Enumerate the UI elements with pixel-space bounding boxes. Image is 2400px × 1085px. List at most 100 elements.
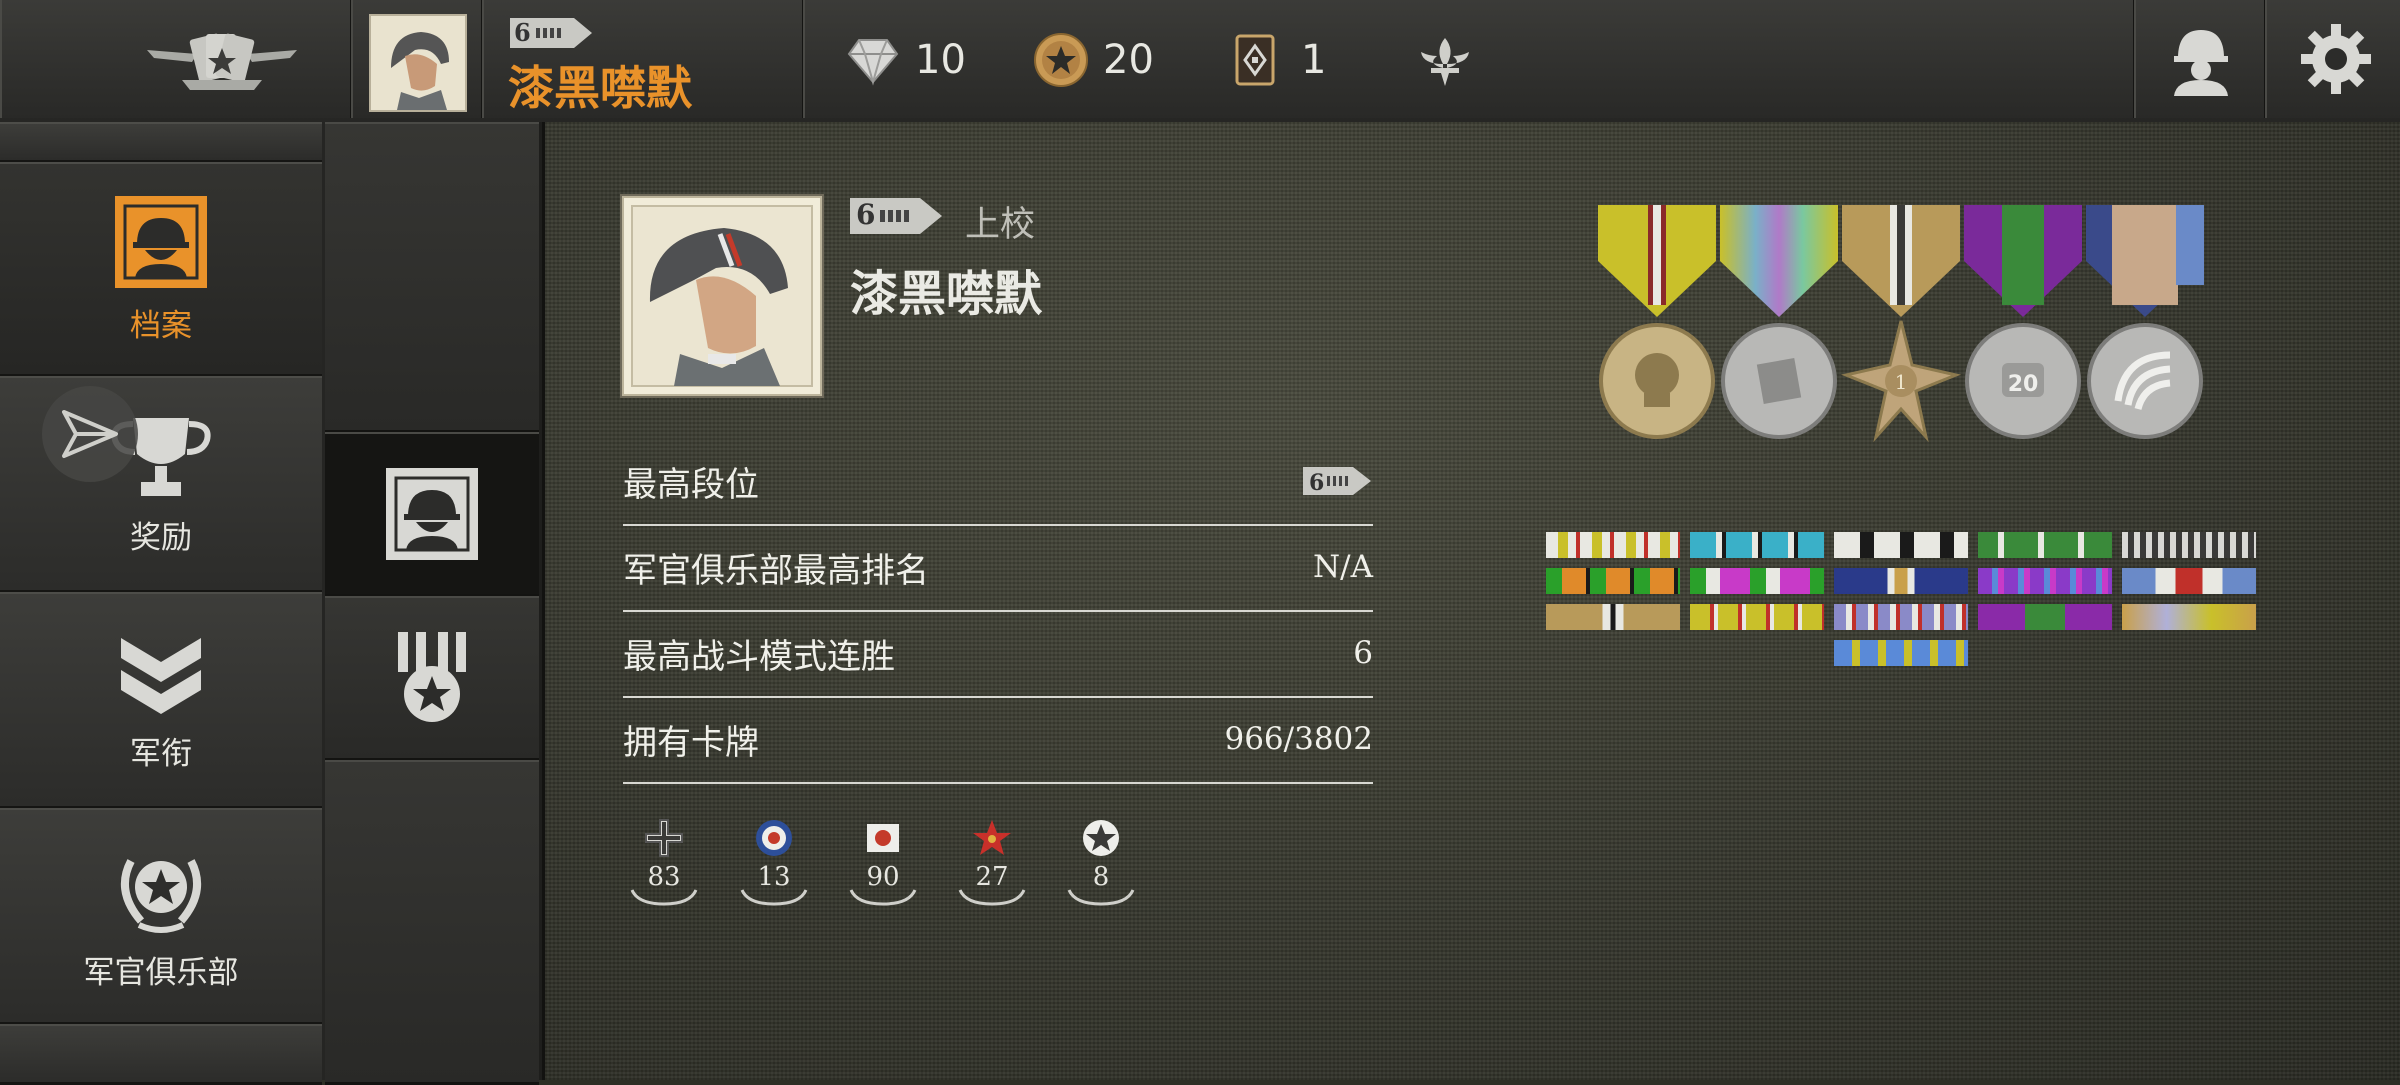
sub-tab-profile[interactable] xyxy=(325,432,539,597)
nav-label-rank: 军衔 xyxy=(130,735,192,772)
top-bar: 6 漆黑噤默 10 20 1 xyxy=(0,0,2400,125)
soldier-profile-button[interactable] xyxy=(2134,0,2267,118)
profile-name: 漆黑噤默 xyxy=(850,266,1043,322)
stat-row-win-streak: 最高战斗模式连胜 6 xyxy=(623,610,1373,698)
ribbon xyxy=(1978,568,2112,594)
ribbon xyxy=(2122,604,2256,630)
nav-label-officers-club: 军官俱乐部 xyxy=(83,954,239,991)
nav-item-officers-club[interactable]: 军官俱乐部 xyxy=(0,808,322,1025)
stat-row-highest-rank: 最高段位 6 xyxy=(623,438,1373,526)
skull-medal-icon[interactable] xyxy=(1596,205,1718,445)
medal-tab-icon xyxy=(398,632,466,722)
sub-nav-spacer-bottom xyxy=(325,760,539,1085)
rank-6-badge-icon: 6 xyxy=(1303,467,1371,496)
avatar xyxy=(369,14,467,112)
stat-row-officers-club-rank: 军官俱乐部最高排名 N/A xyxy=(623,524,1373,612)
stat-value: 6 xyxy=(1353,635,1373,671)
stat-row-cards-owned: 拥有卡牌 966/3802 xyxy=(623,696,1373,784)
soldier-portrait-large-icon xyxy=(631,205,813,387)
usa-star-icon xyxy=(1083,820,1119,856)
medal-text: 1 xyxy=(1895,370,1908,394)
nation-britain[interactable]: 13 xyxy=(734,818,814,908)
player-name-panel[interactable]: 6 漆黑噤默 xyxy=(482,0,805,118)
ribbon xyxy=(1546,532,1680,558)
germany-cross-icon xyxy=(645,819,683,857)
ribbon xyxy=(2122,532,2256,558)
profile-rank-badge: 6 xyxy=(848,196,944,236)
ribbon xyxy=(1690,568,1824,594)
game-logo-icon xyxy=(147,33,297,90)
side-nav: 档案 奖励 军衔 军官俱乐部 xyxy=(0,122,325,1085)
star-1-medal-icon[interactable]: 1 xyxy=(1840,205,1962,445)
laurel-icon xyxy=(740,889,808,906)
card-medal-icon[interactable] xyxy=(1718,205,1840,445)
paper-plane-icon xyxy=(62,410,118,458)
nation-germany[interactable]: 83 xyxy=(624,818,704,908)
rank-title: 上校 xyxy=(965,205,1036,245)
nav-item-rank[interactable]: 军衔 xyxy=(0,592,322,809)
nav-label-profile: 档案 xyxy=(130,307,192,344)
ribbon xyxy=(1546,568,1680,594)
laurel-icon xyxy=(849,889,917,906)
fleur-de-lis-icon xyxy=(1421,38,1469,86)
soldier-helmet-icon xyxy=(2174,30,2228,96)
stat-label: 军官俱乐部最高排名 xyxy=(623,550,929,591)
ribbon xyxy=(1690,532,1824,558)
sub-tab-medals[interactable] xyxy=(325,596,539,761)
japan-flag-icon xyxy=(867,824,899,852)
fleur-de-lis-button[interactable] xyxy=(1415,34,1475,94)
diamond-counter[interactable]: 10 xyxy=(845,32,966,88)
nation-japan[interactable]: 90 xyxy=(843,818,923,908)
rank-badge: 6 xyxy=(508,16,594,50)
wing-medal-icon[interactable] xyxy=(2084,205,2206,445)
ribbon xyxy=(2122,568,2256,594)
ribbon xyxy=(1834,568,1968,594)
laurel-icon xyxy=(958,889,1026,906)
nation-soviet[interactable]: 27 xyxy=(952,818,1032,908)
soldier-portrait-icon xyxy=(371,16,465,110)
gear-icon xyxy=(2301,24,2371,94)
sub-nav xyxy=(325,122,545,1085)
laurel-icon xyxy=(1067,889,1135,906)
stat-label: 最高战斗模式连胜 xyxy=(623,636,895,677)
stat-label: 拥有卡牌 xyxy=(623,722,759,763)
laurel-star-icon xyxy=(121,858,201,933)
soviet-star-icon xyxy=(973,820,1011,855)
gold-counter[interactable]: 20 xyxy=(1033,32,1154,88)
stat-label: 最高段位 xyxy=(623,464,759,505)
ribbon xyxy=(1978,604,2112,630)
ribbon xyxy=(1834,604,1968,630)
profile-tab-icon xyxy=(386,468,478,560)
player-name: 漆黑噤默 xyxy=(508,61,692,115)
card-pack-icon xyxy=(1235,34,1275,86)
avatar-panel[interactable] xyxy=(351,0,484,118)
20-medal-icon[interactable]: 20 xyxy=(1962,205,2084,445)
ribbon xyxy=(1834,532,1968,558)
nav-item-profile[interactable]: 档案 xyxy=(0,162,322,377)
chevron-rank-icon xyxy=(121,637,201,714)
ribbon xyxy=(1546,604,1680,630)
profile-icon xyxy=(115,195,207,288)
nation-usa[interactable]: 8 xyxy=(1061,818,1141,908)
diamond-count: 10 xyxy=(915,37,966,83)
stat-value: N/A xyxy=(1313,549,1373,585)
nav-spacer xyxy=(0,122,322,163)
share-button[interactable] xyxy=(42,386,138,482)
ribbon xyxy=(1690,604,1824,630)
profile-rank-number: 6 xyxy=(856,198,876,231)
logo-panel[interactable] xyxy=(0,0,353,118)
nav-label-rewards: 奖励 xyxy=(130,519,192,556)
ribbon xyxy=(1978,532,2112,558)
profile-portrait[interactable] xyxy=(622,196,822,396)
nav-spacer-bottom xyxy=(0,1024,322,1085)
gold-coin-icon xyxy=(1034,33,1088,87)
sub-nav-spacer xyxy=(325,122,539,433)
card-counter[interactable]: 1 xyxy=(1233,32,1326,88)
ribbon xyxy=(1834,640,1968,666)
settings-button[interactable] xyxy=(2265,0,2400,118)
laurel-icon xyxy=(630,889,698,906)
rank-number: 6 xyxy=(514,18,531,47)
svg-text:6: 6 xyxy=(1309,470,1324,496)
stat-value: 966/3802 xyxy=(1224,721,1373,757)
card-count: 1 xyxy=(1301,37,1327,83)
